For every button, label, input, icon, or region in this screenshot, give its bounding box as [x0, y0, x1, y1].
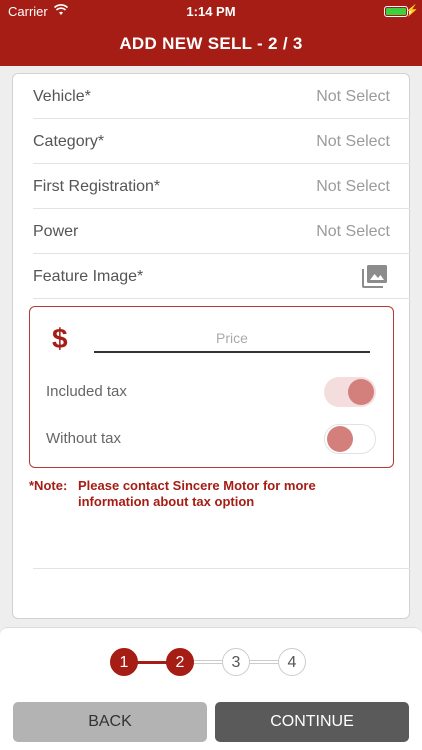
- status-bar: Carrier 1:14 PM ⚡: [0, 0, 422, 22]
- first-registration-value: Not Select: [316, 178, 390, 195]
- divider: [33, 568, 410, 569]
- note-label: *Note:: [29, 478, 68, 493]
- step-4: 4: [278, 648, 306, 676]
- vehicle-label: Vehicle*: [33, 88, 91, 105]
- price-input[interactable]: [94, 325, 370, 353]
- category-label: Category*: [33, 133, 105, 150]
- feature-image-label: Feature Image*: [33, 268, 144, 285]
- footer: 1 2 3 4 BACK CONTINUE: [0, 627, 422, 750]
- step-1: 1: [110, 648, 138, 676]
- status-time: 1:14 PM: [186, 4, 236, 19]
- toggle-knob: [348, 379, 374, 405]
- without-tax-row: Without tax: [46, 422, 376, 456]
- first-registration-label: First Registration*: [33, 178, 161, 195]
- power-value: Not Select: [316, 223, 390, 240]
- form-card: Vehicle* Not Select Category* Not Select…: [12, 73, 410, 619]
- without-tax-toggle[interactable]: [324, 424, 376, 454]
- dollar-icon: $: [52, 323, 68, 354]
- nav-bar: ADD NEW SELL - 2 / 3: [0, 22, 422, 66]
- category-value: Not Select: [316, 133, 390, 150]
- vehicle-value: Not Select: [316, 88, 390, 105]
- power-row[interactable]: Power Not Select: [33, 209, 410, 254]
- continue-button[interactable]: CONTINUE: [215, 702, 409, 742]
- price-section: $ Included tax Without tax: [29, 306, 394, 468]
- toggle-knob: [327, 426, 353, 452]
- step-indicator: 1 2 3 4: [110, 648, 306, 678]
- vehicle-row[interactable]: Vehicle* Not Select: [33, 74, 410, 119]
- first-registration-row[interactable]: First Registration* Not Select: [33, 164, 410, 209]
- step-3: 3: [222, 648, 250, 676]
- charging-icon: ⚡: [405, 5, 419, 17]
- category-row[interactable]: Category* Not Select: [33, 119, 410, 164]
- back-button[interactable]: BACK: [13, 702, 207, 742]
- image-gallery-icon[interactable]: [362, 264, 388, 288]
- included-tax-label: Included tax: [46, 383, 127, 400]
- power-label: Power: [33, 223, 79, 240]
- feature-image-row[interactable]: Feature Image*: [33, 254, 410, 299]
- note-text: Please contact Sincere Motor for more in…: [78, 478, 316, 509]
- step-2: 2: [166, 648, 194, 676]
- without-tax-label: Without tax: [46, 430, 122, 447]
- included-tax-toggle[interactable]: [324, 377, 376, 407]
- included-tax-row: Included tax: [46, 375, 376, 409]
- page-title: ADD NEW SELL - 2 / 3: [119, 34, 303, 53]
